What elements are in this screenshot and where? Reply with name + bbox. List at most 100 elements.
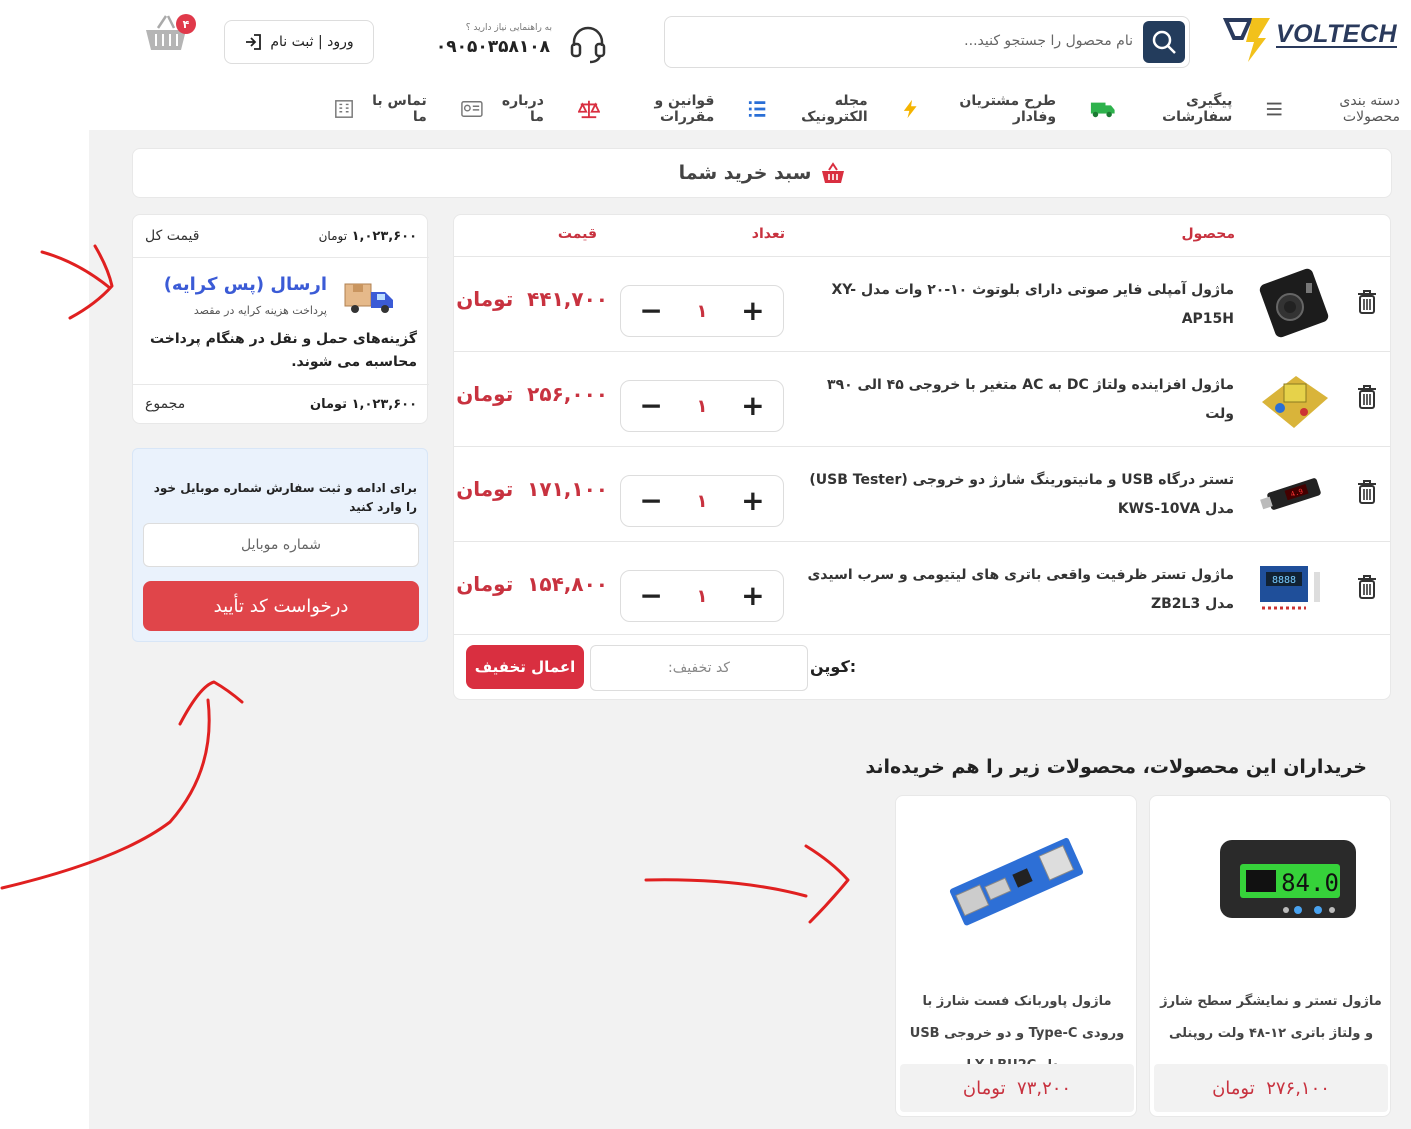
trash-icon[interactable] <box>1356 289 1378 315</box>
logo-text: VOLTECH <box>1276 20 1398 48</box>
quantity-value: ۱ <box>696 490 708 512</box>
product-image[interactable]: 84.0 <box>1170 818 1370 948</box>
nav-order-tracking-label: پیگیری سفارشات <box>1162 93 1233 125</box>
nav-magazine[interactable]: مجله الکترونیک <box>748 93 868 125</box>
building-icon <box>335 100 353 118</box>
price-currency: تومان <box>456 572 514 596</box>
svg-text:8888: 8888 <box>1272 575 1296 586</box>
nav-order-tracking[interactable]: پیگیری سفارشات <box>1090 93 1232 125</box>
decrement-button[interactable]: − <box>636 297 666 325</box>
voltech-logo[interactable]: VOLTECH <box>1222 12 1402 64</box>
battery-display-readout: 84.0 <box>1281 869 1339 897</box>
price-value: ۲۵۶,۰۰۰ <box>527 382 608 406</box>
list-icon <box>749 101 766 117</box>
coupon-input[interactable]: کد تخفیف: <box>590 645 808 691</box>
decrement-button[interactable]: − <box>636 582 666 610</box>
related-product-name[interactable]: ماژول تستر و نمایشگر سطح شارژ و ولتاژ با… <box>1160 986 1382 1050</box>
related-product-price: ۷۳,۲۰۰ تومان <box>900 1064 1134 1112</box>
nav-about-label: درباره ما <box>501 93 544 125</box>
cart-row: 4.9 تستر درگاه USB و مانیتورینگ شارژ دو … <box>454 446 1390 541</box>
product-thumbnail[interactable]: 8888 <box>1256 552 1332 626</box>
nav-contact-label: تماس با ما <box>372 93 427 125</box>
quantity-value: ۱ <box>696 395 708 417</box>
price-currency: تومان <box>456 382 514 406</box>
increment-button[interactable]: + <box>738 297 768 325</box>
login-button[interactable]: ورود | ثبت نام <box>224 20 374 64</box>
search-input[interactable]: نام محصول را جستجو کنید... <box>964 33 1133 49</box>
product-name[interactable]: ماژول آمپلی فایر صوتی دارای بلوتوث ۱۰-۲۰… <box>804 257 1234 352</box>
cart-row: 8888 ماژول تستر ظرفیت واقعی باتری های لی… <box>454 541 1390 636</box>
nav-categories[interactable]: دسته بندی محصولات <box>1266 93 1400 125</box>
decrement-button[interactable]: − <box>636 392 666 420</box>
trash-icon[interactable] <box>1356 479 1378 505</box>
quantity-stepper: − ۱ + <box>620 570 784 622</box>
search-button[interactable] <box>1143 21 1185 63</box>
product-image[interactable] <box>916 818 1116 948</box>
column-quantity: تعداد <box>751 226 785 242</box>
price-value: ۱۷۱,۱۰۰ <box>527 477 608 501</box>
support-phone[interactable]: ۰۹۰۵۰۳۵۸۱۰۸ <box>436 37 550 57</box>
header-cart[interactable]: ۴ <box>142 10 202 54</box>
total-price-row: قیمت کل ۱,۰۲۳,۶۰۰ تومان <box>133 215 429 257</box>
product-thumbnail[interactable] <box>1256 267 1332 341</box>
quantity-stepper: − ۱ + <box>620 285 784 337</box>
increment-button[interactable]: + <box>738 582 768 610</box>
price-currency: تومان <box>456 477 514 501</box>
increment-button[interactable]: + <box>738 487 768 515</box>
related-title: خریداران این محصولات، محصولات زیر را هم … <box>865 756 1367 778</box>
price-value: ۴۴۱,۷۰۰ <box>527 287 608 311</box>
delivery-truck-icon <box>344 283 393 313</box>
nav-categories-label: دسته بندی محصولات <box>1339 93 1400 125</box>
product-price: ۴۴۱,۷۰۰ تومان <box>456 287 608 311</box>
shipping-note: گزینه‌های حمل و نقل در هنگام پرداخت محاس… <box>149 331 417 370</box>
product-name[interactable]: تستر درگاه USB و مانیتورینگ شارژ دو خروج… <box>804 447 1234 542</box>
trash-icon[interactable] <box>1356 574 1378 600</box>
apply-coupon-button[interactable]: اعمال تخفیف <box>466 645 584 689</box>
subtotal-row: مجموع ۱,۰۲۳,۶۰۰ تومان <box>133 383 429 425</box>
cart-count-badge: ۴ <box>176 14 196 34</box>
nav-magazine-label: مجله الکترونیک <box>801 93 868 125</box>
cart-title: سبد خرید شما <box>678 162 812 184</box>
id-card-icon <box>460 101 483 117</box>
coupon-row: کوپن: کد تخفیف: اعمال تخفیف <box>454 634 1390 700</box>
quantity-stepper: − ۱ + <box>620 380 784 432</box>
order-summary: قیمت کل ۱,۰۲۳,۶۰۰ تومان ارسال (پس کرایه)… <box>132 214 429 425</box>
mobile-number-input[interactable]: شماره موبایل <box>143 523 419 567</box>
nav-contact[interactable]: تماس با ما <box>334 93 427 125</box>
column-product: محصول <box>1181 226 1235 242</box>
shipping-info: ارسال (پس کرایه) پرداخت هزینه کرایه در م… <box>133 257 429 385</box>
support-contact: به راهنمایی نیاز دارید ؟ ۰۹۰۵۰۳۵۸۱۰۸ <box>436 20 610 66</box>
cart-title-bar: سبد خرید شما <box>132 148 1392 198</box>
related-product-card[interactable]: 84.0 ماژول تستر و نمایشگر سطح شارژ و ولت… <box>1149 795 1391 1117</box>
nav-rules-label: قوانین و مقررات <box>654 93 715 125</box>
trash-icon[interactable] <box>1356 384 1378 410</box>
nav-loyal-customers[interactable]: طرح مشتریان وفادار <box>902 93 1056 125</box>
logo-bolt-icon <box>1222 18 1270 62</box>
nav-about[interactable]: درباره ما <box>460 93 544 125</box>
product-name[interactable]: ماژول تستر ظرفیت واقعی باتری های لیتیومی… <box>804 542 1234 637</box>
product-name[interactable]: ماژول افزاینده ولتاژ DC به AC متغیر با خ… <box>804 352 1234 447</box>
search-box[interactable]: نام محصول را جستجو کنید... <box>664 16 1190 68</box>
shipping-title: ارسال (پس کرایه) <box>163 274 327 295</box>
quantity-stepper: − ۱ + <box>620 475 784 527</box>
nav-rules[interactable]: قوانین و مقررات <box>577 93 715 125</box>
main-nav: دسته بندی محصولات پیگیری سفارشات طرح مشت… <box>300 93 1400 125</box>
related-product-card[interactable]: ماژول پاوربانک فست شارژ با ورودی Type-C … <box>895 795 1137 1117</box>
increment-button[interactable]: + <box>738 392 768 420</box>
quantity-value: ۱ <box>696 300 708 322</box>
total-price-value: ۱,۰۲۳,۶۰۰ تومان <box>318 228 417 244</box>
subtotal-label: مجموع <box>145 396 186 412</box>
subtotal-value: ۱,۰۲۳,۶۰۰ تومان <box>309 396 417 412</box>
login-icon <box>246 34 262 50</box>
product-thumbnail[interactable] <box>1256 362 1332 436</box>
total-price-label: قیمت کل <box>145 228 200 244</box>
request-code-button[interactable]: درخواست کد تأیید <box>143 581 419 631</box>
nav-loyal-customers-label: طرح مشتریان وفادار <box>959 93 1057 125</box>
product-price: ۱۷۱,۱۰۰ تومان <box>456 477 608 501</box>
quantity-value: ۱ <box>696 585 708 607</box>
coupon-label: کوپن: <box>810 657 857 676</box>
product-thumbnail[interactable]: 4.9 <box>1256 457 1332 531</box>
support-caption: به راهنمایی نیاز دارید ؟ <box>465 23 552 33</box>
decrement-button[interactable]: − <box>636 487 666 515</box>
cart-row: ماژول افزاینده ولتاژ DC به AC متغیر با خ… <box>454 351 1390 446</box>
